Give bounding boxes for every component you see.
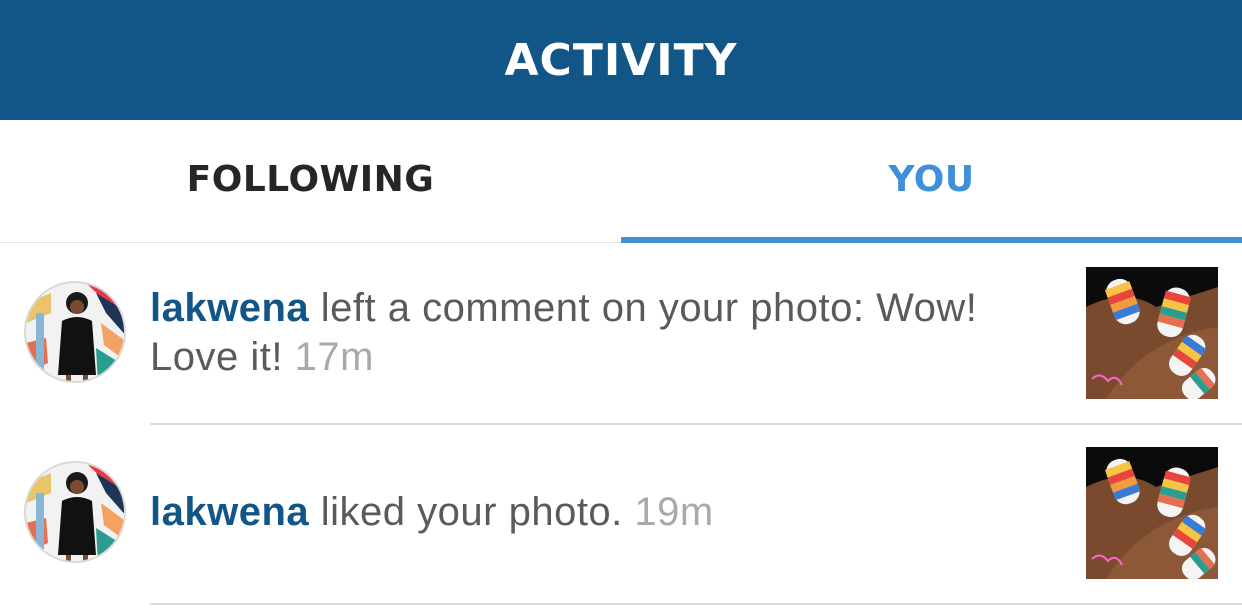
notification-row[interactable]: lakwena left a comment on your photo: Wo… xyxy=(0,244,1242,424)
tab-bar: FOLLOWING YOU xyxy=(0,120,1242,243)
divider xyxy=(150,603,1242,605)
active-tab-indicator xyxy=(621,237,1242,243)
timestamp: 17m xyxy=(294,335,374,379)
photo-thumbnail[interactable] xyxy=(1086,267,1218,399)
user-avatar-photo-icon xyxy=(26,283,124,381)
avatar[interactable] xyxy=(24,281,126,383)
photo-thumbnail[interactable] xyxy=(1086,447,1218,579)
notification-row[interactable]: lakwena liked your photo. 19m xyxy=(0,424,1242,604)
notification-text: lakwena liked your photo. 19m xyxy=(150,488,1050,537)
notification-text: lakwena left a comment on your photo: Wo… xyxy=(150,284,1050,382)
page-title: ACTIVITY xyxy=(504,34,738,86)
timestamp: 19m xyxy=(634,490,714,534)
notification-message: liked your photo. xyxy=(309,490,635,534)
avatar[interactable] xyxy=(24,461,126,563)
username-link[interactable]: lakwena xyxy=(150,286,309,330)
tab-following[interactable]: FOLLOWING xyxy=(0,120,621,243)
tab-you[interactable]: YOU xyxy=(621,120,1242,243)
header-bar: ACTIVITY xyxy=(0,0,1242,120)
nail-art-photo-icon xyxy=(1086,447,1218,579)
nail-art-photo-icon xyxy=(1086,267,1218,399)
username-link[interactable]: lakwena xyxy=(150,490,309,534)
user-avatar-photo-icon xyxy=(26,463,124,561)
